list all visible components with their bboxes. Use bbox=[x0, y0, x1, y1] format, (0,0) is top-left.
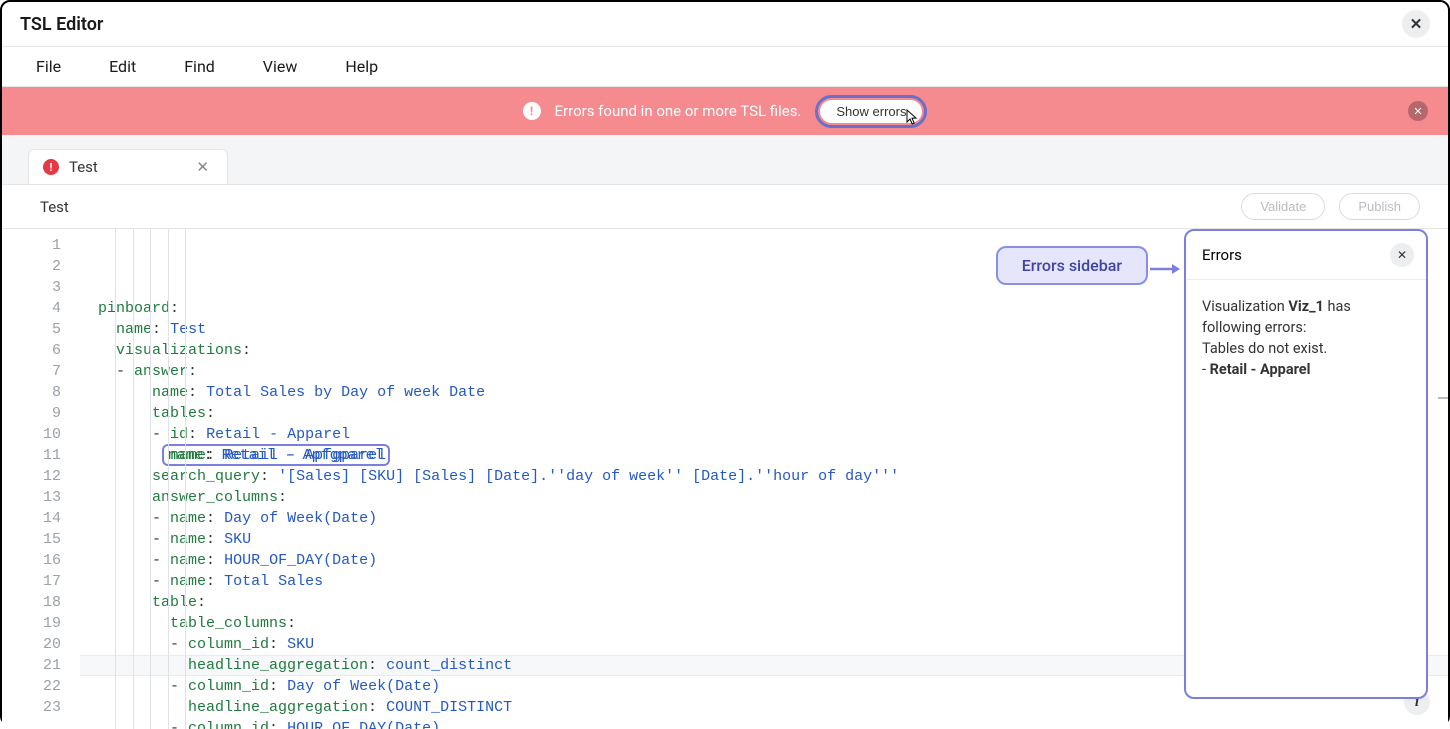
tab-close-button[interactable]: ✕ bbox=[192, 158, 213, 176]
line-number: 13 bbox=[2, 487, 79, 508]
tab-test[interactable]: ! Test ✕ bbox=[28, 149, 228, 184]
window-close-button[interactable]: ✕ bbox=[1402, 10, 1430, 38]
code-line[interactable]: - column_id: HOUR_OF_DAY(Date) bbox=[80, 718, 1448, 729]
indent-guide bbox=[115, 229, 116, 729]
line-number: 14 bbox=[2, 508, 79, 529]
indent-guide bbox=[150, 229, 151, 729]
arrow-icon bbox=[1150, 261, 1180, 280]
indent-guide bbox=[168, 229, 169, 729]
line-number: 4 bbox=[2, 298, 79, 319]
menu-find[interactable]: Find bbox=[184, 57, 215, 76]
errors-body: Visualization Viz_1 has following errors… bbox=[1186, 280, 1426, 396]
app-title: TSL Editor bbox=[20, 14, 103, 35]
file-name: Test bbox=[40, 198, 69, 216]
line-number: 18 bbox=[2, 592, 79, 613]
line-number: 20 bbox=[2, 634, 79, 655]
banner-close-button[interactable]: ✕ bbox=[1408, 101, 1428, 121]
line-number: 16 bbox=[2, 550, 79, 571]
line-number: 11 bbox=[2, 445, 79, 466]
menu-edit[interactable]: Edit bbox=[109, 57, 136, 76]
line-number: 1 bbox=[2, 235, 79, 256]
tab-label: Test bbox=[69, 158, 98, 176]
line-number: 8 bbox=[2, 382, 79, 403]
titlebar: TSL Editor ✕ bbox=[2, 2, 1448, 47]
error-banner: ! Errors found in one or more TSL files.… bbox=[2, 87, 1448, 135]
line-number: 17 bbox=[2, 571, 79, 592]
line-number: 7 bbox=[2, 361, 79, 382]
file-toolbar: Test Validate Publish bbox=[2, 184, 1448, 229]
tabstrip: ! Test ✕ bbox=[2, 135, 1448, 184]
line-number: 6 bbox=[2, 340, 79, 361]
menu-help[interactable]: Help bbox=[345, 57, 378, 76]
code-editor[interactable]: Errors sidebar Errors ✕ Visualization Vi… bbox=[2, 229, 1448, 729]
publish-button[interactable]: Publish bbox=[1339, 193, 1420, 220]
show-errors-highlight: Show errors bbox=[815, 95, 927, 128]
errors-panel: Errors ✕ Visualization Viz_1 has followi… bbox=[1184, 229, 1428, 699]
line-number: 10 bbox=[2, 424, 79, 445]
line-number: 2 bbox=[2, 256, 79, 277]
validate-button[interactable]: Validate bbox=[1241, 193, 1325, 220]
line-number: 21 bbox=[2, 655, 79, 676]
code-line[interactable]: headline_aggregation: COUNT_DISTINCT bbox=[80, 697, 1448, 718]
indent-guide bbox=[185, 229, 186, 729]
menu-view[interactable]: View bbox=[263, 57, 298, 76]
line-number: 22 bbox=[2, 676, 79, 697]
line-number: 19 bbox=[2, 613, 79, 634]
line-number: 9 bbox=[2, 403, 79, 424]
error-icon: ! bbox=[43, 159, 59, 175]
workspace: ! Test ✕ Test Validate Publish Errors si… bbox=[2, 135, 1448, 729]
errors-title: Errors bbox=[1202, 246, 1242, 264]
error-icon: ! bbox=[523, 102, 541, 120]
line-number: 5 bbox=[2, 319, 79, 340]
callout-errors-sidebar: Errors sidebar bbox=[996, 246, 1148, 285]
cursor-icon bbox=[904, 109, 920, 131]
banner-message: Errors found in one or more TSL files. bbox=[555, 102, 802, 120]
line-number: 3 bbox=[2, 277, 79, 298]
errors-close-button[interactable]: ✕ bbox=[1390, 243, 1414, 267]
menubar: File Edit Find View Help bbox=[2, 47, 1448, 87]
line-number: 12 bbox=[2, 466, 79, 487]
line-gutter: 1234567891011121314151617181920212223 bbox=[2, 229, 80, 729]
indent-guide bbox=[133, 229, 134, 729]
menu-file[interactable]: File bbox=[36, 57, 61, 76]
line-number: 15 bbox=[2, 529, 79, 550]
line-number: 23 bbox=[2, 697, 79, 718]
